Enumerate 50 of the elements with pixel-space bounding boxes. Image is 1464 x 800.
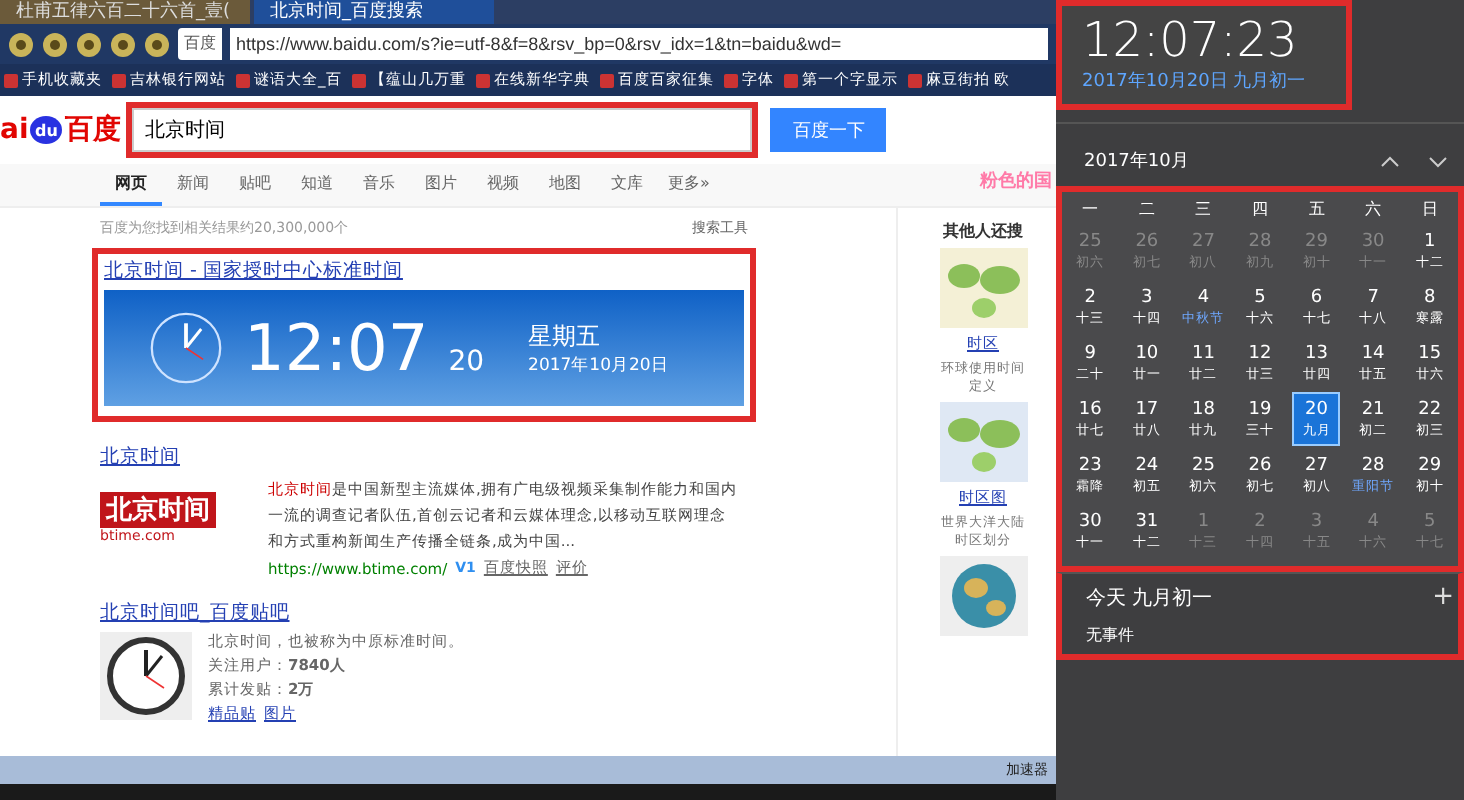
weekday-label: 日 [1419, 198, 1440, 222]
search-button[interactable]: 百度一下 [770, 108, 887, 152]
weekday-label: 六 [1363, 198, 1384, 222]
chevron-up-icon[interactable] [1380, 153, 1400, 169]
chevron-down-icon[interactable] [1428, 153, 1448, 169]
clock-icon [148, 310, 224, 386]
toolbar-icon[interactable] [8, 31, 34, 57]
widget-seconds: 20 [448, 346, 485, 378]
search-field[interactable]: 北京时间 [132, 108, 753, 152]
weekday-label: 一 [1080, 198, 1101, 222]
banner-text: 粉色的国 [980, 169, 1052, 194]
paw-logo: du [30, 116, 63, 144]
weekday-label: 三 [1193, 198, 1214, 222]
nav-tab[interactable]: 音乐 [348, 164, 410, 206]
site-label: 百度 [178, 28, 222, 60]
add-event-button[interactable]: + [1428, 582, 1458, 612]
address-field[interactable]: https://www.baidu.com/s?ie=utf-8&f=8&rsv_bp=0&rsv_idx=1&tn=baidu&wd= [230, 28, 1048, 60]
nav-tab[interactable]: 知道 [286, 164, 348, 206]
nav-tab[interactable]: 贴吧 [224, 164, 286, 206]
nav-tab[interactable]: 网页 [100, 164, 162, 206]
month-label: 2017年10月 [1084, 149, 1189, 174]
widget-weekday: 星期五 [528, 319, 603, 353]
nav-tab[interactable]: 更多» [658, 164, 720, 206]
toolbar-icon[interactable] [110, 31, 136, 57]
logo-text: 百度 [64, 112, 121, 148]
result-title[interactable]: 北京时间 [100, 444, 800, 470]
nav-tab[interactable]: 地图 [534, 164, 596, 206]
toolbar-icon[interactable] [42, 31, 68, 57]
nav-tab[interactable]: 文库 [596, 164, 658, 206]
no-events-text: 无事件 [1086, 624, 1136, 646]
site-logo: 北京时间 [100, 492, 216, 528]
logo-text: ai [0, 114, 29, 146]
nav-tab[interactable]: 新闻 [162, 164, 224, 206]
browser-tab[interactable]: 杜甫五律六百二十六首_壹( [0, 0, 250, 24]
clock-date: 2017年10月20日 九月初一 [1082, 69, 1308, 94]
weekday-label: 四 [1249, 198, 1270, 222]
browser-tab[interactable]: 北京时间_百度搜索 [254, 0, 494, 24]
toolbar-icon[interactable] [144, 31, 170, 57]
result-title[interactable]: 北京时间 - 国家授时中心标准时间 [104, 258, 744, 284]
sidebar-heading: 其他人还搜 [943, 220, 1023, 242]
toolbar-icon[interactable] [76, 31, 102, 57]
clock-time: 12:07:23 [1082, 12, 1300, 68]
weekday-label: 五 [1306, 198, 1327, 222]
widget-date: 2017年10月20日 [528, 353, 669, 377]
nav-tab[interactable]: 视频 [472, 164, 534, 206]
result-title[interactable]: 北京时间吧_百度贴吧 [100, 600, 800, 626]
nav-tab[interactable]: 图片 [410, 164, 472, 206]
weekday-label: 二 [1136, 198, 1157, 222]
widget-time: 12:07 [244, 310, 429, 386]
today-label: 今天 九月初一 [1086, 585, 1213, 611]
